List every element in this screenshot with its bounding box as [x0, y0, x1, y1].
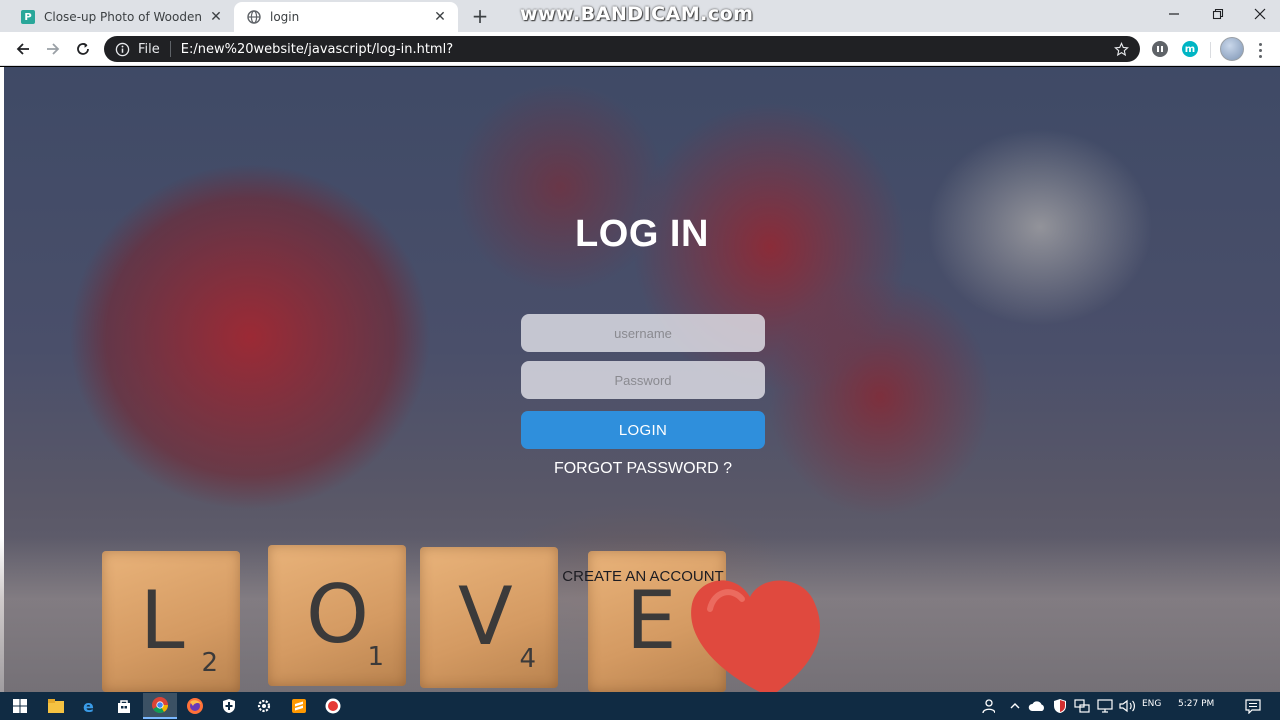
chrome-icon[interactable] — [143, 693, 177, 719]
display-icon[interactable] — [1094, 695, 1116, 717]
tab-title: Close-up Photo of Wooden Scrab — [44, 10, 202, 24]
security-shield-icon[interactable] — [1049, 695, 1071, 717]
username-input[interactable] — [521, 314, 765, 352]
bandicam-watermark: www.BANDICAM.com — [520, 3, 754, 25]
toolbar-divider — [1210, 42, 1211, 58]
restore-icon — [1212, 8, 1224, 20]
bookmark-star-icon[interactable] — [1112, 40, 1130, 58]
minimize-icon — [1169, 13, 1179, 15]
store-icon[interactable] — [113, 695, 135, 717]
pexels-favicon-icon: P — [20, 9, 36, 25]
login-button[interactable]: LOGIN — [521, 411, 765, 449]
tile-number: 2 — [201, 648, 218, 678]
password-input[interactable] — [521, 361, 765, 399]
restore-button[interactable] — [1196, 0, 1240, 28]
volume-icon[interactable] — [1117, 695, 1139, 717]
svg-text:e: e — [83, 698, 94, 714]
close-tab-icon[interactable]: ✕ — [208, 9, 224, 25]
heart-decoration — [691, 580, 820, 692]
tab-login[interactable]: login ✕ — [234, 2, 458, 32]
tab-wooden-scrabble[interactable]: P Close-up Photo of Wooden Scrab ✕ — [8, 2, 234, 32]
close-tab-icon[interactable]: ✕ — [432, 9, 448, 25]
tile-letter: O — [306, 568, 369, 661]
back-arrow-icon — [16, 43, 29, 55]
address-divider — [169, 41, 171, 57]
url-text[interactable]: E:/new%20website/javascript/log-in.html? — [181, 42, 1112, 57]
page-viewport: L 2 O 1 V 4 E LOG IN LOGIN FORGOT PASSWO… — [0, 67, 1280, 692]
people-icon[interactable] — [976, 695, 998, 717]
forgot-password-link[interactable]: FORGOT PASSWORD ? — [521, 460, 765, 478]
windows-start-icon[interactable] — [9, 695, 31, 717]
language-indicator[interactable]: ENG — [1142, 699, 1161, 709]
reload-icon — [77, 43, 89, 55]
chrome-menu-icon[interactable] — [1252, 38, 1268, 62]
defender-icon[interactable] — [218, 695, 240, 717]
minimize-button[interactable] — [1152, 0, 1196, 28]
info-icon[interactable] — [114, 41, 130, 57]
tile-letter: L — [140, 574, 185, 667]
close-icon — [1254, 8, 1266, 20]
network-icon[interactable] — [1071, 695, 1093, 717]
forward-arrow-icon — [47, 43, 60, 55]
windows-taskbar: e ENG 5:27 PM — [0, 692, 1280, 720]
forward-button[interactable] — [40, 36, 66, 62]
close-window-button[interactable] — [1238, 0, 1280, 28]
page-title: LOG IN — [575, 213, 709, 255]
tile-letter: E — [626, 574, 677, 667]
extension-pause-icon[interactable] — [1152, 41, 1168, 57]
back-button[interactable] — [10, 36, 36, 62]
profile-avatar[interactable] — [1220, 37, 1244, 61]
sublime-icon[interactable] — [288, 695, 310, 717]
tab-strip: P Close-up Photo of Wooden Scrab ✕ login… — [0, 0, 1280, 32]
action-center-icon[interactable] — [1242, 695, 1264, 717]
tile-letter: V — [458, 570, 513, 663]
file-explorer-icon[interactable] — [45, 695, 67, 717]
create-account-link[interactable]: CREATE AN ACCOUNT — [521, 568, 765, 585]
clock[interactable]: 5:27 PM — [1178, 699, 1214, 709]
address-bar[interactable]: File E:/new%20website/javascript/log-in.… — [104, 36, 1140, 62]
browser-toolbar: File E:/new%20website/javascript/log-in.… — [0, 32, 1280, 66]
edge-icon[interactable]: e — [79, 695, 101, 717]
firefox-icon[interactable] — [184, 695, 206, 717]
onedrive-cloud-icon[interactable] — [1026, 695, 1048, 717]
tab-title: login — [270, 10, 300, 24]
bandicam-icon[interactable] — [322, 695, 344, 717]
settings-icon[interactable] — [253, 695, 275, 717]
scrabble-tile: L 2 — [102, 551, 240, 692]
reload-button[interactable] — [70, 36, 96, 62]
new-tab-button[interactable]: + — [468, 6, 492, 28]
scrabble-tile: O 1 — [268, 545, 406, 686]
file-scheme-label: File — [138, 41, 160, 57]
globe-icon — [246, 9, 262, 25]
extension-m-icon[interactable]: m — [1182, 41, 1198, 57]
tile-number: 4 — [519, 644, 536, 674]
tile-number: 1 — [367, 642, 384, 672]
show-hidden-icons-chevron-icon[interactable] — [1004, 695, 1026, 717]
